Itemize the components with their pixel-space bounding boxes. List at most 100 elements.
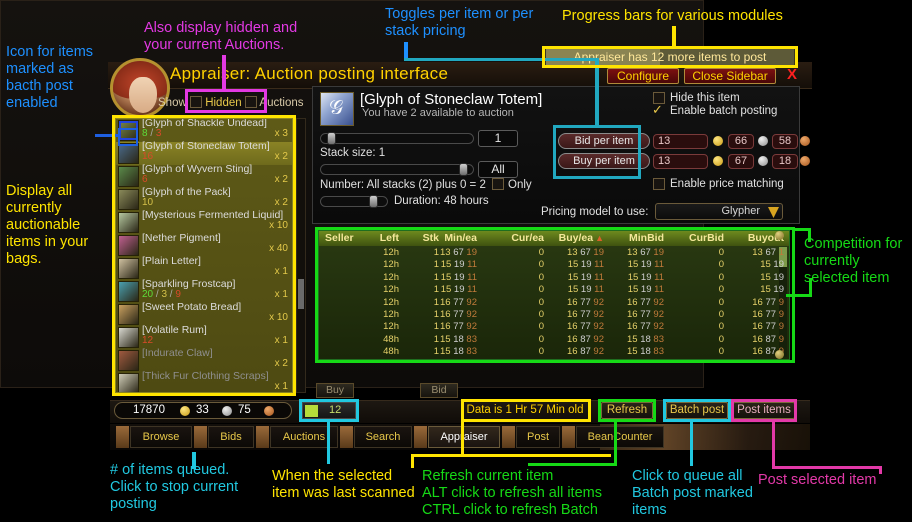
tab-separator [194,426,207,448]
highlight-data-age [461,399,591,422]
gold-coin-icon [713,136,723,146]
number-value[interactable]: All [478,161,518,178]
stack-size-value[interactable]: 1 [478,130,518,147]
annotation-post-selected: Post selected item [758,472,877,488]
tab-separator [502,426,515,448]
highlight-competition-table [315,227,795,363]
leader-comp-bot-v [809,278,812,296]
annotation-queued: # of items queued. Click to stop current… [110,462,239,512]
page-title: Appraiser: Auction posting interface [170,64,449,83]
gold-coin-icon [180,406,190,416]
hide-item-label: Hide this item [670,92,740,104]
leader-hidden [222,55,226,91]
portrait-face [129,77,157,113]
tab-beancounter[interactable]: BeanCounter [576,426,664,448]
highlight-batch-post [663,399,731,422]
glyph-symbol: 𝒢 [329,97,344,119]
annotation-queue-all: Click to queue all Batch post marked ite… [632,468,753,518]
selected-item-icon: 𝒢 [320,92,354,126]
tab-search[interactable]: Search [354,426,412,448]
annotation-refresh: Refresh current item ALT click to refres… [422,468,602,518]
buy-copper-field[interactable]: 18 [772,154,798,169]
leader-queue-a [192,455,196,469]
leader-queue-b [192,452,196,455]
annotation-toggles-pricing: Toggles per item or per stack pricing [385,6,534,39]
tab-appraiser[interactable]: Appraiser [428,426,500,448]
price-matching-checkbox[interactable] [653,178,665,190]
duration-slider[interactable] [320,195,388,208]
price-matching-label: Enable price matching [670,178,784,190]
silver-coin-icon [758,136,768,146]
bid-copper-field[interactable]: 58 [772,134,798,149]
tab-separator [116,426,129,448]
buy-silver-field[interactable]: 67 [728,154,754,169]
tab-separator [256,426,269,448]
silver-coin-icon [222,406,232,416]
tab-separator [414,426,427,448]
pricing-model-dropdown[interactable]: Glypher [655,203,783,220]
leader-batchpost [690,422,693,466]
leader-post-b [772,466,882,469]
number-slider-knob[interactable] [459,163,468,176]
money-silver-value: 33 [196,404,209,416]
pricing-model-value: Glypher [721,205,760,217]
leader-post-a [772,422,775,468]
leader-toggles-v2 [595,58,599,128]
annotation-last-scanned: When the selected item was last scanned [272,468,415,501]
annotation-display-all: Display all currently auctionable items … [6,183,89,267]
number-label: Number: All stacks (2) plus 0 = 2 [320,179,486,191]
leader-age-b [411,454,611,457]
leader-progress [672,26,676,48]
selected-item-name: [Glyph of Stoneclaw Totem] [360,91,543,108]
bid-silver-field[interactable]: 66 [728,134,754,149]
money-copper-value: 75 [238,404,251,416]
highlight-refresh [598,399,656,422]
leader-refresh-v [614,422,617,466]
stack-size-slider-knob[interactable] [327,132,336,145]
highlight-item-list [112,115,296,396]
gold-coin-icon [713,156,723,166]
highlight-hidden-toggle [185,89,267,113]
annotation-icon-batch: Icon for items marked as bacth post enab… [6,44,94,111]
show-label: Show [158,97,187,109]
configure-button[interactable]: Configure [607,68,679,84]
buy-button[interactable]: Buy [316,383,354,398]
leader-comp-v [808,228,811,242]
item-list-scrollbar[interactable] [296,118,306,393]
bid-gold-field[interactable]: 13 [653,134,708,149]
duration-slider-knob[interactable] [369,195,378,208]
tab-strip: BrowseBidsAuctionsSearchAppraiserPostBea… [110,424,810,450]
annotation-progress-bars: Progress bars for various modules [562,8,783,24]
item-list-scroll-thumb[interactable] [298,279,304,309]
leader-queue-c [327,422,330,464]
duration-label: Duration: 48 hours [394,195,489,207]
stack-size-label: Stack size: 1 [320,147,386,159]
money-gold-value: 17870 [133,404,165,416]
close-icon[interactable]: X [783,66,801,84]
tab-separator [562,426,575,448]
annotation-competition: Competition for currently selected item [804,236,903,286]
silver-coin-icon [758,156,768,166]
highlight-post-items [731,399,797,422]
chevron-down-icon[interactable] [768,207,779,218]
number-slider[interactable] [320,163,474,176]
tab-bids[interactable]: Bids [208,426,254,448]
check-icon[interactable]: ✓ [652,103,665,117]
tab-post[interactable]: Post [516,426,560,448]
only-checkbox[interactable] [492,178,504,190]
only-label: Only [508,179,532,191]
highlight-progress-bar [542,46,798,68]
close-sidebar-button[interactable]: Close Sidebar [684,68,776,84]
buy-gold-field[interactable]: 13 [653,154,708,169]
enable-batch-label: Enable batch posting [670,105,778,117]
leader-post-c [879,466,882,474]
leader-refresh-h [528,463,616,466]
leader-age-c [461,422,464,456]
tab-separator [340,426,353,448]
bid-button[interactable]: Bid [420,383,458,398]
leader-age-a [411,456,414,468]
tab-browse[interactable]: Browse [130,426,192,448]
stack-size-slider[interactable] [320,132,474,145]
annotation-hidden-auctions: Also display hidden and your current Auc… [144,20,298,53]
copper-coin-icon [800,156,810,166]
